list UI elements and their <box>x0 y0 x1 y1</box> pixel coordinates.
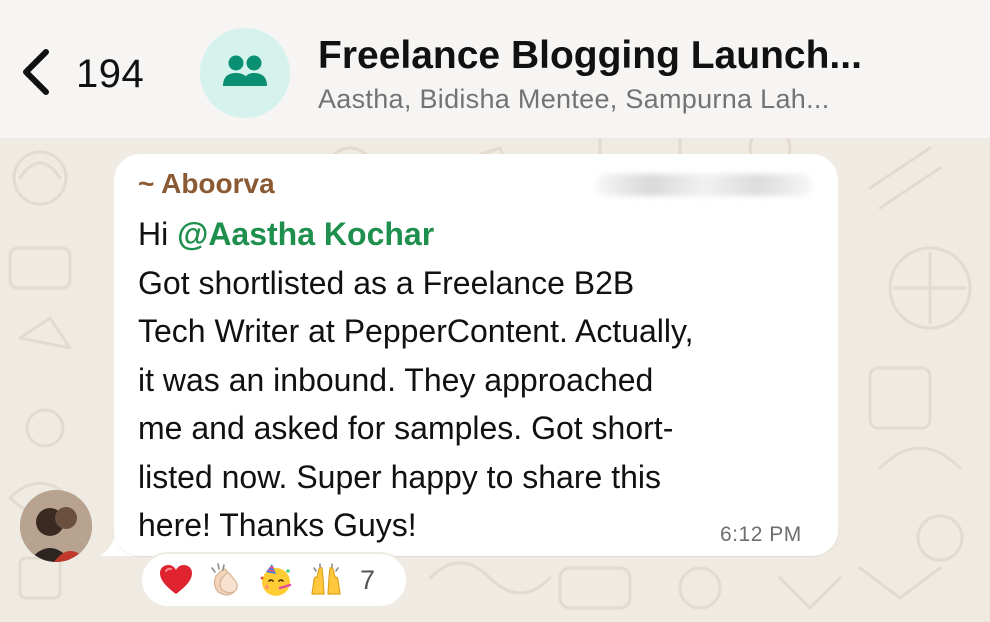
red-heart-icon <box>158 562 194 598</box>
greeting-text: Hi <box>138 216 178 252</box>
sender-avatar[interactable] <box>20 490 92 562</box>
reaction-count: 7 <box>360 564 376 595</box>
message-line: it was an inbound. They approached <box>138 361 654 398</box>
group-avatar[interactable] <box>200 28 290 118</box>
message-body: Hi @Aastha Kochar Got shortlisted as a F… <box>138 210 828 550</box>
chevron-left-icon <box>18 46 52 103</box>
raising-hands-icon <box>308 562 344 598</box>
avatar-photo <box>20 490 92 562</box>
group-icon <box>221 53 269 94</box>
back-button[interactable]: 194 <box>18 46 144 102</box>
chat-title[interactable]: Freelance Blogging Launch... <box>318 34 978 78</box>
mention-link[interactable]: @Aastha Kochar <box>177 216 434 252</box>
chat-header: 194 Freelance Blogging Launch... Aastha,… <box>0 0 990 138</box>
chat-participants[interactable]: Aastha, Bidisha Mentee, Sampurna Lah... <box>318 84 978 115</box>
message-timestamp: 6:12 PM <box>720 523 802 546</box>
message-line: listed now. Super happy to share this <box>138 458 661 495</box>
message-sender[interactable]: ~ Aboorva <box>138 168 275 200</box>
clapping-hands-icon <box>208 562 244 598</box>
sender-phone-redacted <box>596 174 812 196</box>
message-line: Got shortlisted as a Freelance B2B <box>138 264 635 301</box>
message-greeting-line: Hi @Aastha Kochar <box>138 210 828 259</box>
unread-count: 194 <box>76 51 145 96</box>
partying-face-icon <box>258 562 294 598</box>
message-line: Tech Writer at PepperContent. Actually, <box>138 313 694 349</box>
reactions-bar[interactable]: 7 <box>140 552 408 608</box>
message-line: me and asked for samples. Got short- <box>138 410 674 446</box>
